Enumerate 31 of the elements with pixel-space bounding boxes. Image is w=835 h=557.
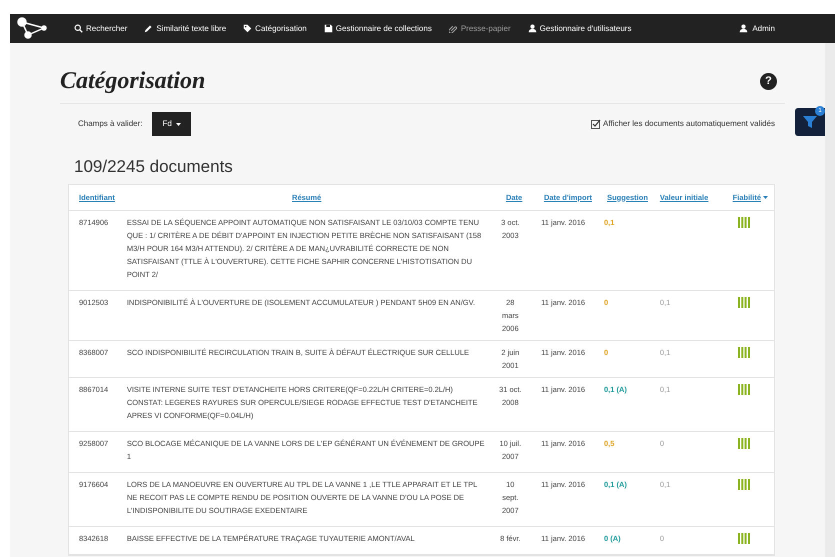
reliability-bars-icon (738, 347, 750, 358)
nav-link[interactable]: Catégorisation (243, 22, 307, 34)
scrollbar[interactable] (825, 43, 835, 557)
fields-dropdown[interactable]: Fd (152, 112, 191, 136)
auto-validated-label: Afficher les documents automatiquement validés (603, 118, 775, 130)
reliability-bars-icon (738, 384, 750, 396)
filter-button[interactable] (795, 108, 825, 136)
nav-link[interactable]: Rechercher (74, 22, 128, 34)
caret-icon (176, 122, 181, 126)
reliability-bars-icon (738, 217, 750, 228)
document-count: 109/2245 documents (74, 156, 234, 178)
user-icon (528, 24, 537, 33)
reliability-bars-icon (738, 533, 750, 544)
nav-link[interactable]: Similarité texte libre (144, 22, 226, 34)
admin-menu[interactable]: Admin (739, 22, 775, 34)
nav-link[interactable]: Gestionnaire de collections (324, 22, 432, 34)
help-icon[interactable]: ? (760, 72, 777, 90)
reliability-bars-icon (738, 479, 750, 490)
sort-caret-icon (763, 196, 768, 198)
reliability-bars-icon (738, 438, 750, 450)
nav-link[interactable]: Gestionnaire d'utilisateurs (528, 22, 632, 34)
reliability-bars-icon (738, 297, 750, 308)
paperclip-icon (448, 24, 458, 33)
user-icon (739, 24, 748, 33)
page-title: Catégorisation (60, 67, 206, 96)
auto-validated-checkbox[interactable] (591, 119, 602, 129)
filter-icon (802, 114, 818, 130)
search-icon (74, 24, 83, 33)
pencil-icon (144, 24, 154, 33)
fields-label: Champs à valider: (78, 118, 142, 130)
tag-icon (243, 24, 252, 33)
